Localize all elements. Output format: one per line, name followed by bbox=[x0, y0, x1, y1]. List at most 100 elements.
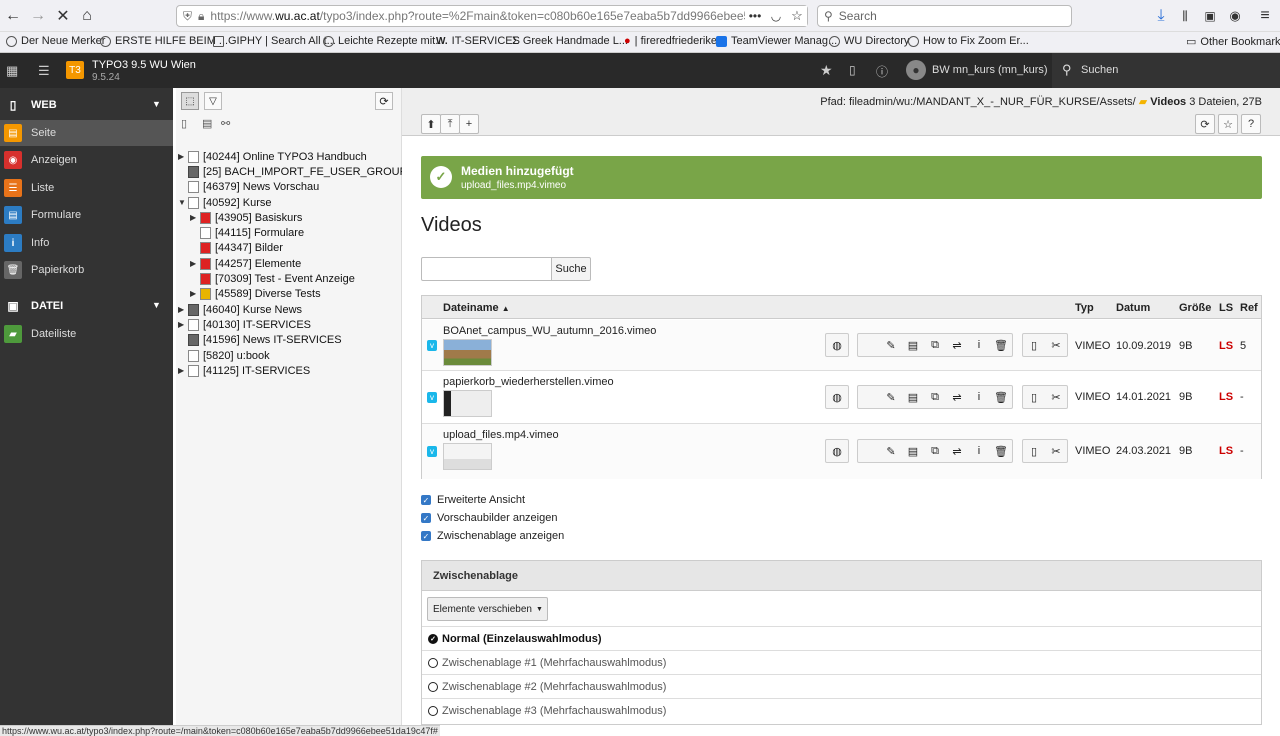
reload-icon[interactable]: ⟳ bbox=[1195, 114, 1215, 134]
edit-icon[interactable]: ✎ bbox=[880, 334, 902, 356]
bookmark-item[interactable]: WU Directory bbox=[829, 35, 909, 47]
table-row[interactable]: v upload_files.mp4.vimeo ◍ ✎ ▤ ⧉ ⇌ i 🗑︎ ▯ ✂ VI… bbox=[422, 424, 1261, 479]
file-name[interactable]: papierkorb_wiederherstellen.vimeo bbox=[443, 376, 614, 388]
checkbox-checked-icon[interactable]: ✓ bbox=[421, 531, 431, 541]
globe-icon[interactable]: ◍ bbox=[826, 334, 848, 356]
info-icon[interactable]: i bbox=[968, 386, 990, 408]
copy-icon[interactable]: ▯ bbox=[1023, 440, 1045, 462]
refresh-icon[interactable]: ⟳ bbox=[375, 92, 393, 110]
globe-icon[interactable]: ◍ bbox=[826, 440, 848, 462]
expand-icon[interactable]: ▶ bbox=[178, 305, 188, 314]
replace-icon[interactable]: ⧉ bbox=[924, 386, 946, 408]
forward-icon[interactable]: → bbox=[28, 6, 48, 26]
module-seite[interactable]: ▤ Seite bbox=[0, 120, 173, 146]
search-input[interactable] bbox=[421, 257, 552, 281]
browser-search-input[interactable]: ⚲ Search bbox=[817, 5, 1072, 27]
option-extended-view[interactable]: ✓ Erweiterte Ansicht bbox=[421, 494, 525, 506]
menu-icon[interactable]: ≡ bbox=[1255, 6, 1275, 26]
metadata-icon[interactable]: ▤ bbox=[902, 386, 924, 408]
file-ref[interactable]: - bbox=[1240, 391, 1244, 403]
doctype-sysfolder-icon[interactable]: ▤ bbox=[202, 117, 212, 130]
module-group-web[interactable]: ▯ WEB ▼ bbox=[0, 90, 173, 120]
bookmark-item[interactable]: How to Fix Zoom Er... bbox=[908, 35, 1029, 47]
tree-node[interactable]: ▶ [45589] Diverse Tests bbox=[190, 286, 321, 301]
other-bookmarks[interactable]: ▭ Other Bookmarks bbox=[1186, 35, 1280, 49]
bookmark-item[interactable]: Leichte Rezepte mit... bbox=[323, 35, 444, 47]
module-papierkorb[interactable]: 🗑︎ Papierkorb bbox=[0, 257, 173, 283]
rename-icon[interactable]: ⇌ bbox=[946, 440, 968, 462]
expand-icon[interactable]: ▶ bbox=[190, 259, 200, 268]
option-thumbnails[interactable]: ✓ Vorschaubilder anzeigen bbox=[421, 512, 557, 524]
shortcut-star-icon[interactable]: ☆ bbox=[1218, 114, 1238, 134]
table-row[interactable]: v papierkorb_wiederherstellen.vimeo ◍ ✎ ▤… bbox=[422, 371, 1261, 424]
home-icon[interactable]: ⌂ bbox=[77, 6, 97, 26]
col-dateiname[interactable]: Dateiname ▲ bbox=[443, 302, 510, 314]
copy-icon[interactable]: ▯ bbox=[1023, 386, 1045, 408]
expand-icon[interactable]: ▶ bbox=[190, 289, 200, 298]
tree-node[interactable]: ▶ [40244] Online TYPO3 Handbuch bbox=[178, 149, 367, 164]
folder-up-icon[interactable]: ⬆ bbox=[421, 114, 441, 134]
col-typ[interactable]: Typ bbox=[1075, 302, 1094, 314]
expand-icon[interactable]: ▶ bbox=[178, 366, 188, 375]
delete-icon[interactable]: 🗑︎ bbox=[990, 386, 1012, 408]
tree-node[interactable]: [70309] Test - Event Anzeige bbox=[190, 271, 355, 286]
delete-icon[interactable]: 🗑︎ bbox=[990, 440, 1012, 462]
thumbnail[interactable] bbox=[443, 443, 492, 470]
checkbox-checked-icon[interactable]: ✓ bbox=[421, 495, 431, 505]
expand-icon[interactable]: ▶ bbox=[178, 320, 188, 329]
star-icon[interactable]: ☆ bbox=[787, 6, 807, 26]
col-ref[interactable]: Ref bbox=[1240, 302, 1258, 314]
file-ls[interactable]: LS bbox=[1219, 391, 1233, 403]
tree-node[interactable]: [5820] u:book bbox=[178, 348, 270, 363]
info-icon[interactable]: i bbox=[968, 440, 990, 462]
more-icon[interactable]: ••• bbox=[745, 6, 765, 26]
tree-node[interactable]: ▶ [44257] Elemente bbox=[190, 256, 301, 271]
radio-icon[interactable] bbox=[428, 705, 438, 716]
file-ls[interactable]: LS bbox=[1219, 445, 1233, 457]
bookmark-item[interactable]: ● | fireredfriederike bbox=[624, 35, 717, 47]
stop-icon[interactable]: ✕ bbox=[53, 6, 73, 26]
table-row[interactable]: v BOAnet_campus_WU_autumn_2016.vimeo ◍ ✎… bbox=[422, 320, 1261, 371]
new-page-icon[interactable]: ⬚ bbox=[181, 92, 199, 110]
doctype-page-icon[interactable]: ▯ bbox=[181, 117, 187, 130]
file-ls[interactable]: LS bbox=[1219, 340, 1233, 352]
rename-icon[interactable]: ⇌ bbox=[946, 386, 968, 408]
cut-icon[interactable]: ✂ bbox=[1045, 386, 1067, 408]
bookmark-item[interactable]: Der Neue Merker bbox=[6, 35, 105, 47]
cut-icon[interactable]: ✂ bbox=[1045, 440, 1067, 462]
rename-icon[interactable]: ⇌ bbox=[946, 334, 968, 356]
option-clipboard[interactable]: ✓ Zwischenablage anzeigen bbox=[421, 530, 564, 542]
add-icon[interactable]: + bbox=[459, 114, 479, 134]
user-name[interactable]: BW mn_kurs (mn_kurs) bbox=[932, 64, 1048, 76]
list-icon[interactable]: ☰ bbox=[38, 63, 50, 79]
delete-icon[interactable]: 🗑︎ bbox=[990, 334, 1012, 356]
module-group-datei[interactable]: ▣ DATEI ▼ bbox=[0, 291, 173, 321]
radio-icon[interactable] bbox=[428, 681, 438, 692]
replace-icon[interactable]: ⧉ bbox=[924, 334, 946, 356]
module-liste[interactable]: ☰ Liste bbox=[0, 175, 173, 201]
topbar-search[interactable]: ⚲ Suchen bbox=[1052, 53, 1280, 88]
help-icon[interactable]: ? bbox=[1241, 114, 1261, 134]
file-ref[interactable]: 5 bbox=[1240, 340, 1246, 352]
clipboard-action-dropdown[interactable]: Elemente verschieben ▼ bbox=[427, 597, 548, 621]
tree-node[interactable]: ▶ [41125] IT-SERVICES bbox=[178, 363, 310, 378]
file-ref[interactable]: - bbox=[1240, 445, 1244, 457]
bookmark-item[interactable]: ERSTE HILFE BEIM ... bbox=[100, 35, 228, 47]
upload-icon[interactable]: ⤒ bbox=[440, 114, 460, 134]
cut-icon[interactable]: ✂ bbox=[1045, 334, 1067, 356]
tree-node[interactable]: [44347] Bilder bbox=[190, 240, 283, 255]
clipboard-mode-1[interactable]: Zwischenablage #1 (Mehrfachauswahlmodus) bbox=[422, 650, 1261, 674]
account-icon[interactable]: ◉ bbox=[1225, 6, 1245, 26]
module-dateiliste[interactable]: ▰ Dateiliste bbox=[0, 321, 173, 347]
collapse-icon[interactable]: ▼ bbox=[178, 198, 188, 207]
module-anzeigen[interactable]: ◉ Anzeigen bbox=[0, 147, 173, 173]
thumbnail[interactable] bbox=[443, 390, 492, 417]
col-datum[interactable]: Datum bbox=[1116, 302, 1150, 314]
expand-icon[interactable]: ▶ bbox=[190, 213, 200, 222]
expand-icon[interactable]: ▶ bbox=[178, 152, 188, 161]
url-bar[interactable]: ⛨ 🔒︎ https://www. wu.ac.at/typo3/index.ph… bbox=[176, 5, 808, 27]
tree-node[interactable]: ▶ [43905] Basiskurs bbox=[190, 210, 302, 225]
tree-node[interactable]: ▶ [40130] IT-SERVICES bbox=[178, 317, 311, 332]
tree-node[interactable]: [25] BACH_IMPORT_FE_USER_GROUPS bbox=[178, 164, 414, 179]
typo3-logo-icon[interactable]: T3 bbox=[66, 61, 84, 79]
